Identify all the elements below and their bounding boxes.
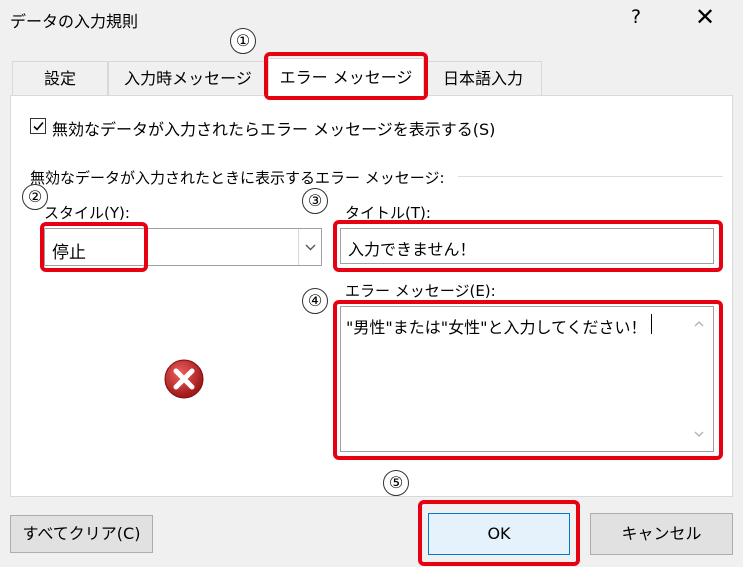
clear-all-button[interactable]: すべてクリア(C) — [10, 515, 153, 553]
annotation-5: ⑤ — [383, 470, 409, 496]
error-group-label: 無効なデータが入力されたときに表示するエラー メッセージ: — [30, 169, 445, 187]
show-error-checkbox[interactable] — [30, 118, 46, 134]
checkmark-icon — [33, 121, 44, 131]
chevron-down-icon — [305, 244, 316, 251]
stop-icon — [160, 355, 208, 403]
close-button[interactable]: ✕ — [690, 3, 720, 31]
highlight-title-input — [333, 220, 723, 272]
show-error-checkbox-label[interactable]: 無効なデータが入力されたらエラー メッセージを表示する(S) — [52, 116, 495, 140]
annotation-4: ④ — [302, 288, 328, 314]
group-separator — [458, 176, 723, 177]
tab-settings[interactable]: 設定 — [12, 61, 108, 95]
tab-ime[interactable]: 日本語入力 — [424, 61, 542, 95]
highlight-error-message — [333, 300, 723, 460]
error-message-label: エラー メッセージ(E): — [345, 282, 496, 300]
window-title: データの入力規則 — [10, 12, 139, 31]
cancel-button[interactable]: キャンセル — [590, 513, 733, 555]
tab-error-message[interactable]: エラー メッセージ — [268, 58, 424, 96]
highlight-ok-button — [418, 500, 580, 566]
annotation-1: ① — [230, 28, 256, 54]
tab-input-message[interactable]: 入力時メッセージ — [108, 61, 268, 95]
style-label: スタイル(Y): — [44, 204, 130, 222]
style-dropdown-button[interactable] — [298, 229, 321, 265]
help-button[interactable]: ? — [624, 6, 648, 28]
annotation-2: ② — [22, 184, 48, 210]
highlight-style-select — [40, 222, 148, 272]
annotation-3: ③ — [302, 188, 328, 214]
